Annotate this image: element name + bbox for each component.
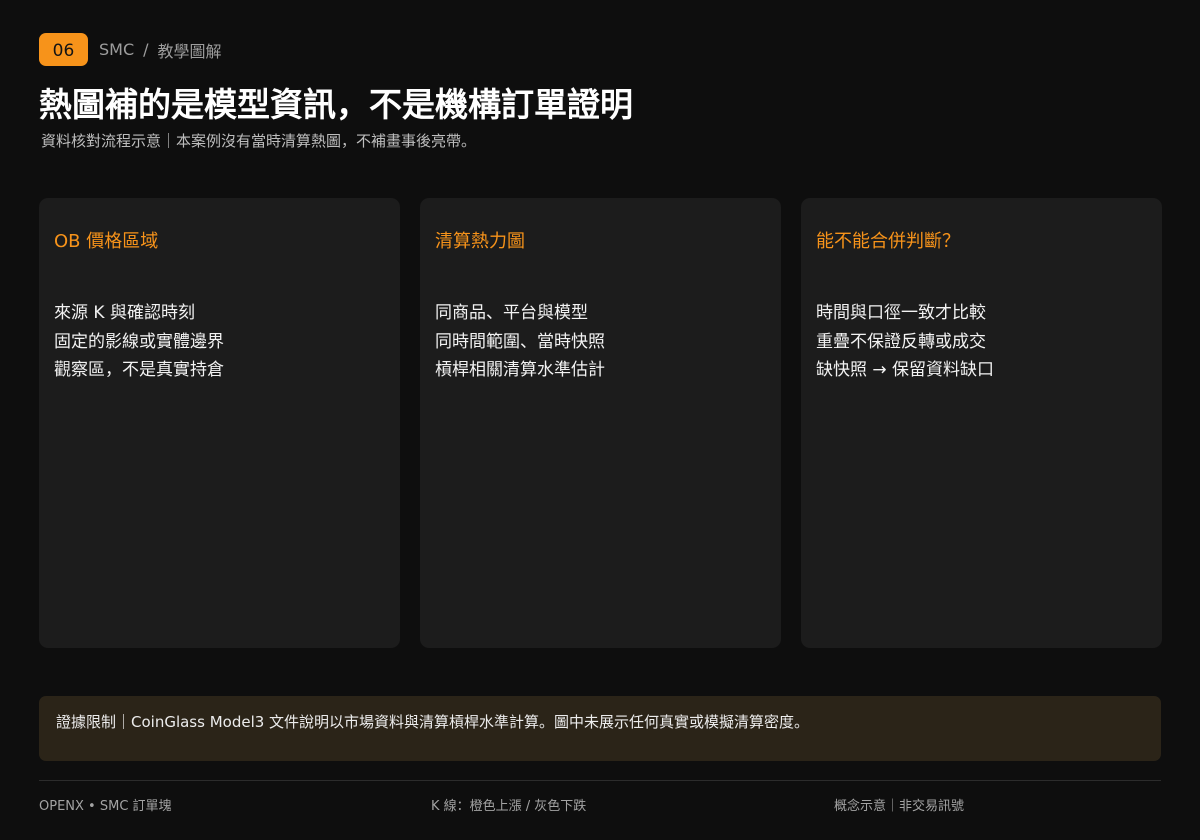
footer-disclaimer: 概念示意｜非交易訊號	[834, 799, 965, 814]
breadcrumb-section: SMC	[99, 40, 135, 59]
card-ob-price-zone: OB 價格區域 來源 K 與確認時刻 固定的影線或實體邊界 觀察區，不是真實持倉	[39, 198, 400, 648]
card-list-item: 固定的影線或實體邊界	[54, 331, 224, 352]
breadcrumb-page: 教學圖解	[157, 41, 222, 61]
slide-number-badge: 06	[39, 33, 88, 66]
card-list-item: 重疊不保證反轉或成交	[816, 331, 986, 352]
card-list-item: 來源 K 與確認時刻	[54, 303, 195, 323]
card-list-item: 觀察區，不是真實持倉	[54, 360, 224, 380]
card-liquidation-heatmap: 清算熱力圖 同商品、平台與模型 同時間範圍、當時快照 槓桿相關清算水準估計	[420, 198, 781, 648]
card-list-item: 時間與口徑一致才比較	[816, 303, 986, 323]
card-merge-judgement: 能不能合併判斷？ 時間與口徑一致才比較 重疊不保證反轉或成交 缺快照 → 保留資…	[801, 198, 1162, 648]
footer-legend-note: K 線：橙色上漲 / 灰色下跌	[431, 799, 587, 814]
card-list-item: 槓桿相關清算水準估計	[435, 360, 605, 380]
card-list: 同商品、平台與模型 同時間範圍、當時快照 槓桿相關清算水準估計	[435, 299, 766, 385]
footer-divider	[39, 780, 1161, 781]
card-list-item: 同商品、平台與模型	[435, 303, 588, 323]
card-list-item: 缺快照 → 保留資料缺口	[816, 360, 995, 380]
footer-brand: OPENX • SMC 訂單塊	[39, 799, 172, 814]
evidence-note: 證據限制｜CoinGlass Model3 文件說明以市場資料與清算槓桿水準計算…	[39, 696, 1161, 761]
breadcrumb-bar: 06 SMC / 教學圖解	[39, 33, 222, 66]
card-title: OB 價格區域	[54, 231, 159, 252]
breadcrumb: SMC / 教學圖解	[99, 38, 222, 62]
page-title: 熱圖補的是模型資訊，不是機構訂單證明	[39, 85, 633, 124]
card-list: 時間與口徑一致才比較 重疊不保證反轉或成交 缺快照 → 保留資料缺口	[816, 299, 1147, 385]
card-title: 能不能合併判斷？	[816, 231, 960, 252]
breadcrumb-separator: /	[143, 40, 149, 59]
card-list: 來源 K 與確認時刻 固定的影線或實體邊界 觀察區，不是真實持倉	[54, 299, 385, 385]
card-title: 清算熱力圖	[435, 231, 525, 252]
card-list-item: 同時間範圍、當時快照	[435, 331, 605, 352]
page-subtitle: 資料核對流程示意｜本案例沒有當時清算熱圖，不補畫事後亮帶。	[41, 132, 477, 150]
